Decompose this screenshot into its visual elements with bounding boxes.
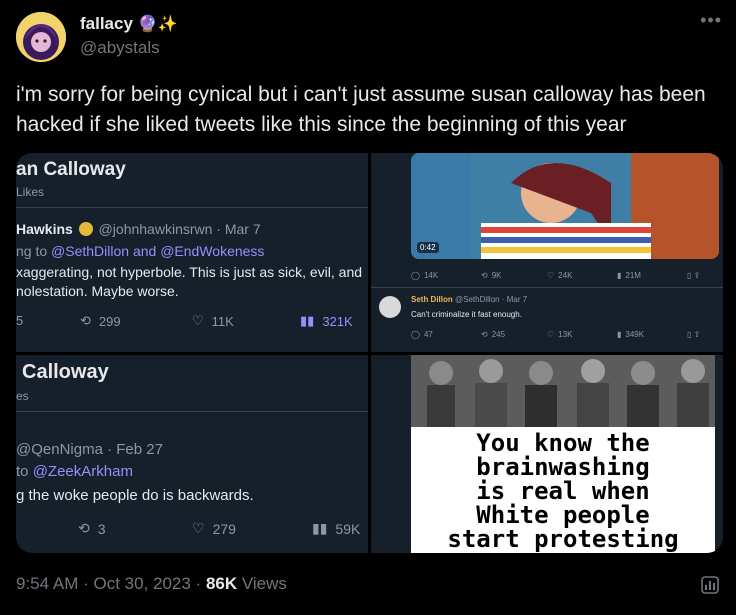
reply-stat: ◯ 47 <box>411 330 433 339</box>
media-image-2[interactable]: 0:42 ◯ 14K ⟲ 9K ♡ 24K ▮ 21M ▯ ⇪ Seth Dil… <box>371 153 723 352</box>
avatar[interactable] <box>16 12 66 62</box>
quoted-body: Can't criminalize it fast enough. <box>411 310 522 319</box>
profile-header-title: an Calloway <box>16 159 126 180</box>
analytics-icon[interactable] <box>700 575 720 595</box>
views-icon: ▮▮ <box>300 313 315 328</box>
reply-context: ng to @SethDillon and @EndWokeness <box>16 243 265 259</box>
author-name[interactable]: fallacy 🔮✨ <box>80 14 178 34</box>
retweet-stat: ⟲ 245 <box>481 330 506 339</box>
views-count: 86K <box>205 574 238 593</box>
reply-stat: 5 <box>16 313 24 328</box>
media-grid[interactable]: an Calloway Likes Hawkins @johnhawkinsrw… <box>16 153 723 553</box>
author-emoji: 🔮✨ <box>137 16 178 33</box>
author-handle[interactable]: @abystals <box>80 38 160 58</box>
retweet-icon: ⟲ <box>78 520 90 536</box>
retweet-stat: ⟲ 3 <box>78 520 106 537</box>
views-icon: ▮▮ <box>312 520 328 536</box>
verified-badge-icon <box>78 222 93 236</box>
views-stat: ▮▮ 321K <box>300 313 353 329</box>
meme-line: is real when <box>476 477 650 505</box>
retweet-stat: ⟲ 9K <box>481 271 502 280</box>
video-time: 0:42 <box>417 242 439 253</box>
quoted-body-line2: nolestation. Maybe worse. <box>16 283 179 299</box>
bookmark-icon[interactable]: ▯ ⇪ <box>687 271 700 280</box>
profile-header-sub: es <box>16 389 29 403</box>
meme-line: White people <box>476 501 650 529</box>
media-image-4[interactable]: You know the brainwashing is real when W… <box>371 355 723 553</box>
views-stat: ▮ 349K <box>617 330 645 339</box>
like-stat: ♡ 11K <box>192 313 234 329</box>
quoted-author: Hawkins @johnhawkinsrwn · Mar 7 <box>16 221 261 237</box>
profile-header-sub: Likes <box>16 185 45 199</box>
like-icon: ♡ <box>192 313 204 328</box>
reply-stat: ◯ 14K <box>411 271 439 280</box>
like-stat: ♡ 24K <box>547 271 573 280</box>
meme-line: You know the <box>476 429 650 457</box>
meme-line: start protesting <box>447 525 679 553</box>
media-image-3[interactable]: Calloway es @QenNigma · Feb 27 to @ZeekA… <box>16 355 368 553</box>
views-stat: ▮ 21M <box>617 271 641 280</box>
share-icon[interactable]: ▯ ⇪ <box>687 330 700 339</box>
quoted-body: g the woke people do is backwards. <box>16 487 254 504</box>
like-icon: ♡ <box>192 520 205 536</box>
meme-text-panel: You know the brainwashing is real when W… <box>411 427 715 553</box>
like-stat: ♡ 13K <box>547 330 573 339</box>
views-stat: ▮▮ 59K <box>312 520 361 537</box>
avatar[interactable] <box>379 296 401 318</box>
photo-children <box>411 355 715 427</box>
views-label: Views <box>241 574 287 593</box>
more-icon[interactable]: ••• <box>700 10 722 31</box>
quoted-author: Seth Dillon @SethDillon · Mar 7 <box>411 295 528 304</box>
tweet-text: i'm sorry for being cynical but i can't … <box>16 83 706 136</box>
divider <box>16 207 368 208</box>
retweet-icon: ⟲ <box>80 313 91 328</box>
profile-header-title: Calloway <box>22 361 109 383</box>
meme-line: brainwashing <box>476 453 650 481</box>
media-image-1[interactable]: an Calloway Likes Hawkins @johnhawkinsrw… <box>16 153 368 352</box>
tweet-date[interactable]: Oct 30, 2023 <box>93 574 190 593</box>
quoted-author: @QenNigma · Feb 27 <box>16 441 163 458</box>
tweet-meta: 9:54 AM · Oct 30, 2023 · 86K Views <box>16 574 287 593</box>
like-stat: ♡ 279 <box>192 520 236 537</box>
reply-context: to @ZeekArkham <box>16 463 133 480</box>
divider <box>371 287 723 288</box>
divider <box>16 411 368 412</box>
retweet-stat: ⟲ 299 <box>80 313 121 329</box>
tweet-time[interactable]: 9:54 AM <box>16 574 78 593</box>
video-thumbnail[interactable]: 0:42 <box>411 153 719 259</box>
quoted-body-line1: xaggerating, not hyperbole. This is just… <box>16 264 363 280</box>
